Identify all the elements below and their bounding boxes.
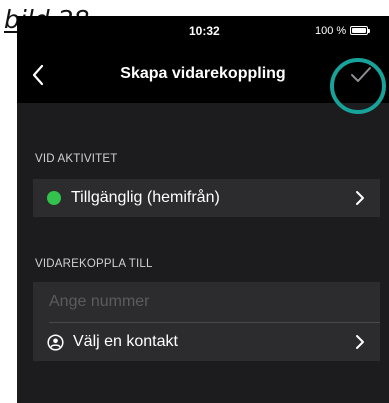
battery-icon (350, 26, 370, 35)
phone-number-input[interactable] (33, 282, 380, 322)
confirm-button[interactable] (339, 58, 383, 92)
section-header-on-activity: VID AKTIVITET (35, 153, 118, 165)
page-title: Skapa vidarekoppling (120, 65, 286, 82)
section-header-forward-to: VIDAREKOPPLA TILL (35, 258, 153, 270)
navigation-bar: Skapa vidarekoppling (17, 46, 389, 114)
status-dot-icon (47, 191, 61, 205)
chevron-right-icon (356, 335, 364, 349)
activity-status-label: Tillgänglig (hemifrån) (71, 189, 220, 206)
chevron-right-icon (356, 191, 364, 205)
battery-percentage: 100 % (315, 25, 347, 37)
activity-status-row[interactable]: Tillgänglig (hemifrån) (33, 179, 380, 217)
phone-screen: 10:32 100 % Skapa vidarekoppling VID AKT… (17, 16, 389, 403)
checkmark-icon (351, 67, 371, 82)
choose-contact-label: Välj en kontakt (73, 333, 178, 350)
status-bar: 10:32 100 % (17, 16, 389, 46)
choose-contact-row[interactable]: Välj en kontakt (33, 323, 380, 361)
person-circle-icon (47, 334, 64, 351)
status-time: 10:32 (189, 24, 220, 38)
